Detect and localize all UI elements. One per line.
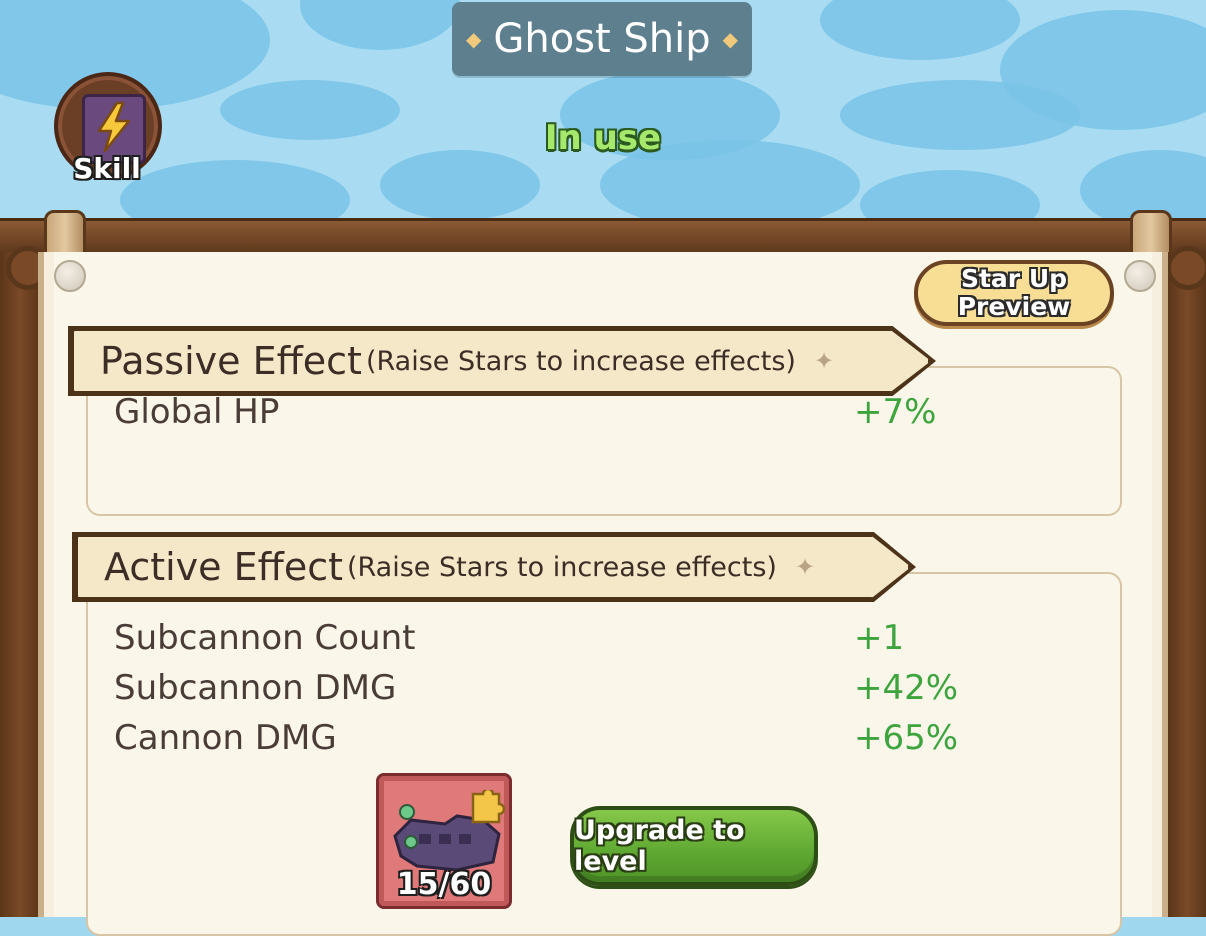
- ship-fragment-card[interactable]: 15/60: [376, 773, 512, 909]
- stat-value: +7%: [854, 392, 937, 432]
- stat-name: Subcannon Count: [114, 618, 416, 658]
- skill-label: Skill: [73, 152, 141, 185]
- stat-name: Cannon DMG: [114, 718, 337, 758]
- rivet-left: [54, 260, 86, 292]
- stat-name: Global HP: [114, 392, 280, 432]
- star-up-preview-button[interactable]: Star Up Preview: [914, 260, 1114, 326]
- diamond-icon: ◆: [465, 27, 482, 51]
- skill-button[interactable]: Skill: [50, 70, 164, 188]
- active-effect-title: Active Effect: [104, 545, 343, 589]
- stat-value: +65%: [854, 718, 959, 758]
- upgrade-label: Upgrade to level: [574, 815, 745, 877]
- sparkle-icon: ✦: [813, 347, 835, 375]
- passive-effect-header: Passive Effect (Raise Stars to increase …: [71, 328, 931, 394]
- lightning-icon: [97, 101, 131, 153]
- diamond-icon: ◆: [722, 27, 739, 51]
- stat-name: Subcannon DMG: [114, 668, 397, 708]
- rivet-right: [1124, 260, 1156, 292]
- title-plate: ◆ Ghost Ship ◆: [452, 2, 752, 76]
- passive-effect-title: Passive Effect: [100, 339, 362, 383]
- upgrade-button[interactable]: Upgrade to level: [570, 806, 818, 886]
- active-effect-subtitle: (Raise Stars to increase effects): [346, 551, 777, 583]
- status-label: In use: [544, 118, 662, 158]
- page-title: Ghost Ship: [493, 16, 711, 62]
- scroll-curl-right: [1166, 246, 1206, 290]
- active-effect-header: Active Effect (Raise Stars to increase e…: [75, 534, 911, 600]
- frame-left: [0, 252, 40, 917]
- star-up-label-line2: Preview: [957, 292, 1071, 321]
- material-count: 15/60: [396, 867, 492, 902]
- stat-value: +1: [854, 618, 905, 658]
- star-up-label-line1: Star Up: [960, 264, 1068, 293]
- frame-right: [1168, 252, 1206, 917]
- passive-effect-subtitle: (Raise Stars to increase effects): [365, 345, 796, 377]
- stat-value: +42%: [854, 668, 959, 708]
- sparkle-icon: ✦: [794, 553, 816, 581]
